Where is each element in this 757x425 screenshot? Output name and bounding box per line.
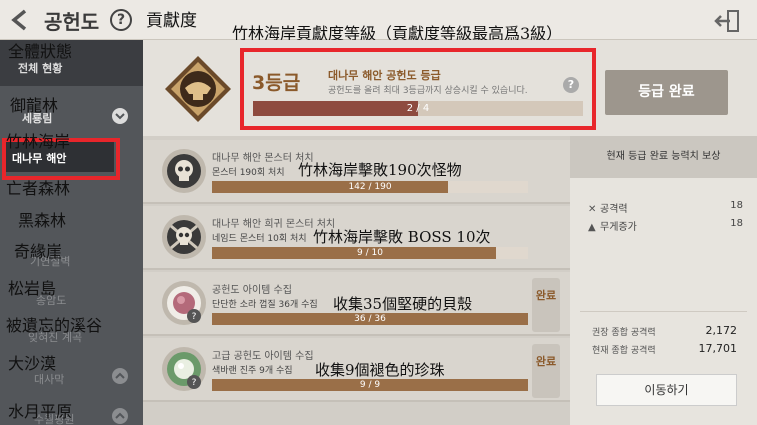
weight-icon: ▲ — [588, 222, 596, 233]
complete-badge: 완료 — [532, 278, 560, 332]
top-bar: 공헌도 ? 貢獻度 竹林海岸貢獻度等級（貢獻度等級最高爲3級） — [0, 0, 757, 43]
back-chevron-icon[interactable] — [8, 8, 32, 32]
task-progress-bar: 142 / 190 — [212, 181, 528, 193]
task-title: 고급 공헌도 아이템 수집 — [212, 351, 314, 362]
chevron-down-icon[interactable] — [112, 108, 128, 124]
task-row: ? 고급 공헌도 아이템 수집 색바랜 진주 9개 수집 9 / 9 완료 收集… — [143, 338, 570, 402]
pearl-icon: ? — [161, 346, 207, 392]
annotation-title: 貢獻度 — [146, 11, 197, 31]
annotation-giyeon: 奇緣崖 — [14, 242, 63, 261]
task-row: 대나무 해안 희귀 몬스터 처치 네임드 몬스터 10회 처치 9 / 10 竹… — [143, 206, 570, 270]
highlight-box-grade — [240, 48, 596, 130]
exit-icon[interactable] — [712, 8, 742, 34]
help-icon[interactable]: ? — [110, 9, 132, 31]
annotation-desert: 大沙漠 — [8, 354, 57, 373]
task-title: 공헌도 아이템 수집 — [212, 285, 292, 296]
annotation-task-1: 竹林海岸擊敗190次怪物 — [298, 161, 462, 179]
annotation-task-4: 收集9個褪色的珍珠 — [315, 361, 445, 379]
annotation-task-2: 竹林海岸擊敗 BOSS 10次 — [313, 228, 491, 246]
task-progress-text: 9 / 9 — [359, 380, 381, 390]
task-subtitle: 몬스터 190회 처치 — [212, 168, 285, 178]
task-progress-bar: 9 / 10 — [212, 247, 528, 259]
skull-icon — [161, 148, 207, 194]
task-progress-bar: 36 / 36 — [212, 313, 528, 325]
task-subtitle: 색바랜 진주 9개 수집 — [212, 366, 293, 376]
task-subtitle: 네임드 몬스터 10회 처치 — [212, 234, 307, 244]
annotation-bamboo: 竹林海岸 — [6, 132, 71, 151]
svg-text:?: ? — [192, 378, 197, 388]
main-panel: 3등급 대나무 해안 공헌도 등급 공헌도를 올려 최대 3등급까지 상승시킬 … — [143, 40, 757, 425]
task-row: ? 공헌도 아이템 수집 단단한 소라 껍질 36개 수집 36 / 36 완료… — [143, 272, 570, 336]
svg-text:?: ? — [192, 312, 197, 322]
annotation-overview: 全體狀態 — [8, 42, 73, 61]
move-button[interactable]: 이동하기 — [596, 374, 737, 406]
task-progress-bar: 9 / 9 — [212, 379, 528, 391]
annotation-forgotten-valley: 被遺忘的溪谷 — [6, 316, 103, 335]
task-subtitle: 단단한 소라 껍질 36개 수집 — [212, 300, 318, 310]
skull-crossbones-icon — [161, 214, 207, 260]
task-progress-text: 36 / 36 — [354, 314, 386, 324]
annotation-suwol: 水月平原 — [8, 402, 73, 421]
reward-panel: 현재 등급 완료 능력치 보상 ✕ 공격력 18 ▲ 무게증가 18 권장 종합 공… — [570, 136, 757, 425]
task-progress-text: 142 / 190 — [348, 182, 392, 192]
sidebar-item-overview-label: 전체 현황 — [18, 62, 63, 75]
divider — [580, 311, 747, 312]
page-title: 공헌도 — [44, 10, 100, 34]
complete-badge: 완료 — [532, 344, 560, 398]
crossed-swords-icon: ✕ — [588, 204, 597, 215]
stat-weight: ▲ 무게증가 18 — [588, 218, 743, 233]
annotation-serlyong: 御龍林 — [10, 96, 59, 115]
chevron-up-icon[interactable] — [112, 408, 128, 424]
annotation-task-3: 收集35個堅硬的貝殼 — [333, 295, 473, 313]
stat-attack: ✕ 공격력 18 — [588, 200, 743, 215]
annotation-dead-forest: 亡者森林 — [6, 179, 71, 198]
recommended-power: 권장 종합 공격력 2,172 — [592, 324, 737, 338]
grade-medal-icon — [163, 54, 233, 124]
current-power: 현재 종합 공격력 17,701 — [592, 342, 737, 356]
grade-panel: 3등급 대나무 해안 공헌도 등급 공헌도를 올려 최대 3등급까지 상승시킬 … — [143, 40, 757, 136]
reward-header: 현재 등급 완료 능력치 보상 — [570, 136, 757, 178]
chevron-up-icon[interactable] — [112, 368, 128, 384]
task-progress-text: 9 / 10 — [357, 248, 383, 258]
task-row: 대나무 해안 몬스터 처치 몬스터 190회 처치 142 / 190 竹林海岸… — [143, 140, 570, 204]
shell-icon: ? — [161, 280, 207, 326]
grade-complete-button[interactable]: 등급 완료 — [605, 70, 728, 115]
annotation-black-forest: 黑森林 — [18, 211, 67, 230]
annotation-songam: 松岩島 — [8, 279, 57, 298]
